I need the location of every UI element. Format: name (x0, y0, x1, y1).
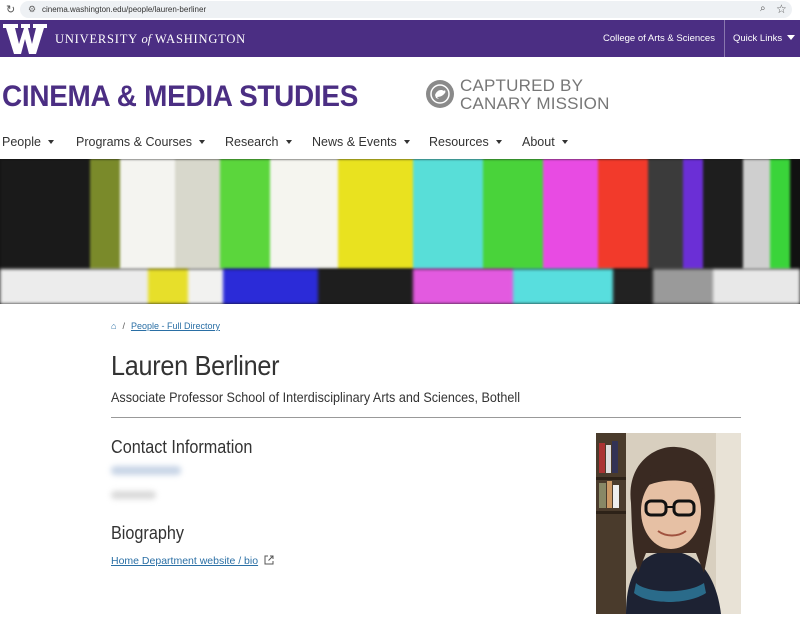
contact-heading: Contact Information (111, 437, 253, 457)
quick-links-divider (724, 20, 725, 57)
nav-label: Programs & Courses (76, 135, 193, 149)
breadcrumb-separator: / (122, 321, 125, 331)
wordmark-washington: WASHINGTON (154, 32, 247, 46)
site-settings-icon[interactable]: ⚙ (28, 3, 36, 16)
nav-label: About (522, 135, 555, 149)
home-icon[interactable]: ⌂ (111, 321, 116, 331)
wordmark-of: of (141, 32, 152, 46)
caret-down-icon (199, 140, 206, 144)
url-text[interactable]: cinema.washington.edu/people/lauren-berl… (42, 4, 206, 15)
page-title: Lauren Berliner (111, 350, 280, 381)
bookmark-star-icon[interactable]: ☆ (776, 1, 787, 17)
nav-research[interactable]: Research (225, 135, 292, 149)
hero-banner-image (0, 159, 800, 304)
home-department-bio-link[interactable]: Home Department website / bio (111, 555, 274, 567)
uw-w-logo-icon[interactable] (3, 24, 47, 54)
quick-links-button[interactable]: Quick Links (733, 33, 796, 44)
wordmark-university: UNIVERSITY (55, 32, 138, 46)
nav-label: People (2, 135, 41, 149)
browser-toolbar: ↻ ⚙ cinema.washington.edu/people/lauren-… (0, 0, 800, 20)
color-bars-bottom (0, 269, 800, 304)
nav-about[interactable]: About (522, 135, 568, 149)
caret-down-icon (47, 140, 54, 144)
divider (111, 417, 741, 418)
breadcrumb: ⌂ / People - Full Directory (111, 321, 220, 331)
caret-down-icon (787, 35, 796, 40)
college-arts-sciences-link[interactable]: College of Arts & Sciences (603, 33, 715, 44)
nav-programs-courses[interactable]: Programs & Courses (76, 135, 206, 149)
address-bar[interactable]: ⚙ cinema.washington.edu/people/lauren-be… (20, 1, 792, 18)
zoom-icon[interactable]: ⌕ (760, 2, 766, 16)
color-bars-top (0, 159, 800, 269)
nav-label: Research (225, 135, 279, 149)
caret-down-icon (403, 140, 410, 144)
bio-link-label: Home Department website / bio (111, 555, 259, 567)
profile-photo (596, 433, 741, 614)
caret-down-icon (495, 140, 502, 144)
external-link-icon (264, 555, 274, 565)
nav-news-events[interactable]: News & Events (312, 135, 410, 149)
overlay-line-1: CAPTURED BY (460, 76, 584, 95)
site-title[interactable]: CINEMA & MEDIA STUDIES (2, 80, 358, 114)
biography-heading: Biography (111, 523, 184, 543)
reload-icon[interactable]: ↻ (6, 3, 15, 17)
breadcrumb-people-directory-link[interactable]: People - Full Directory (131, 321, 220, 331)
redacted-phone (111, 491, 156, 499)
nav-people[interactable]: People (2, 135, 54, 149)
uw-wordmark[interactable]: UNIVERSITY of WASHINGTON (55, 32, 246, 47)
canary-bird-icon (426, 80, 454, 108)
uw-top-bar: UNIVERSITY of WASHINGTON College of Arts… (0, 20, 800, 57)
nav-label: News & Events (312, 135, 397, 149)
nav-label: Resources (429, 135, 489, 149)
caret-down-icon (285, 140, 292, 144)
caret-down-icon (561, 140, 568, 144)
person-position: Associate Professor School of Interdisci… (111, 389, 521, 405)
quick-links-label: Quick Links (733, 33, 783, 44)
overlay-line-2: CANARY MISSION (460, 94, 610, 113)
redacted-email (111, 466, 181, 475)
nav-resources[interactable]: Resources (429, 135, 502, 149)
